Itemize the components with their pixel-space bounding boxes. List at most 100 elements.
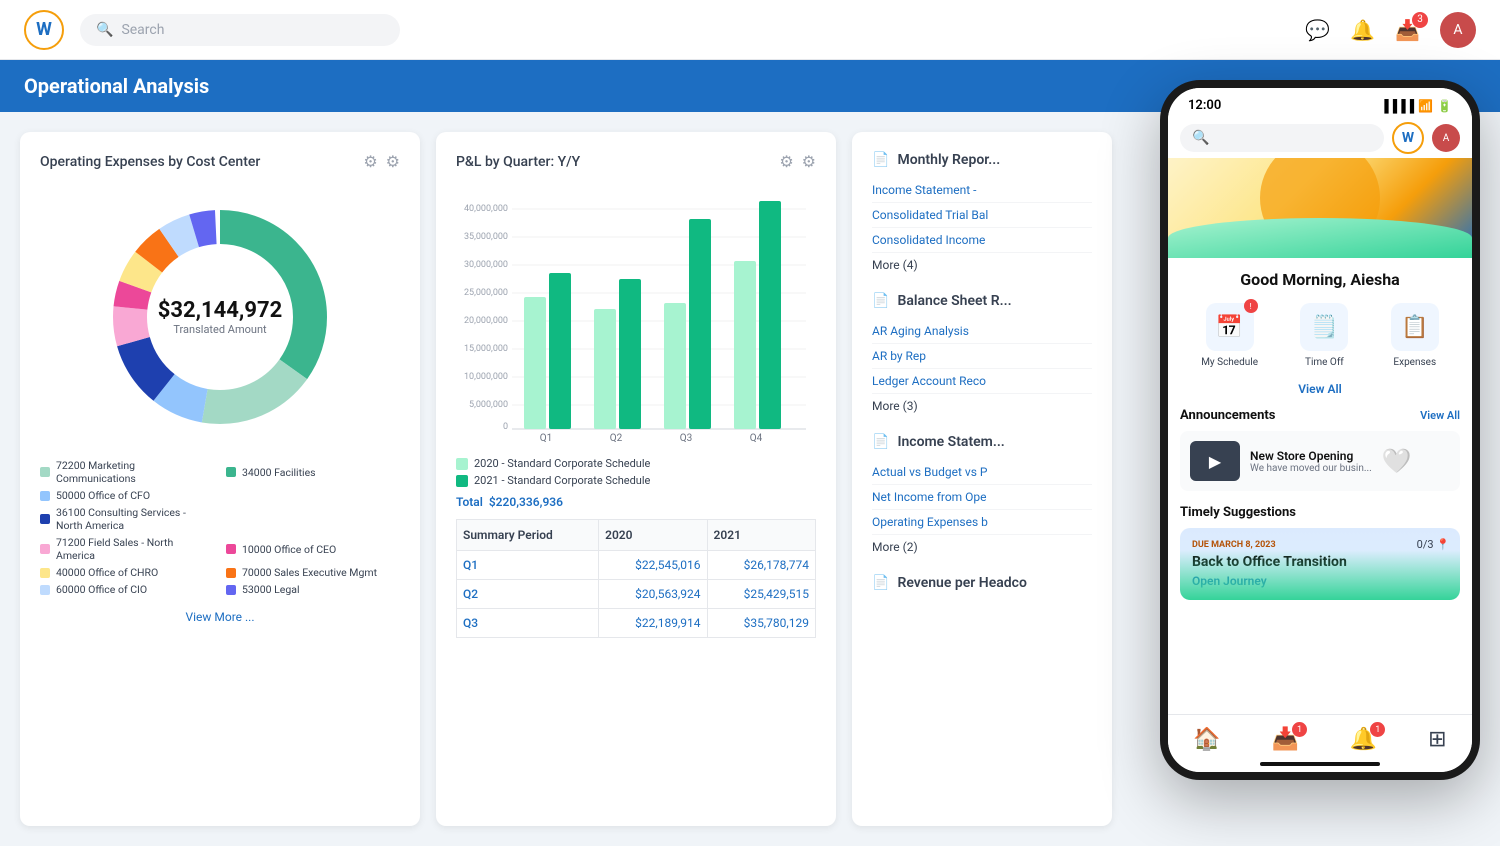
table-row: Q1 $22,545,016 $26,178,774 (457, 551, 816, 580)
donut-card-header: Operating Expenses by Cost Center ⚙ ⚙ (40, 152, 400, 171)
income-stmt-title: 📄 Income Statem... (872, 434, 1092, 450)
quick-actions-row: 📅! My Schedule 🗒️ Time Off 📋 Expenses (1180, 303, 1460, 368)
summary-table: Summary Period 2020 2021 Q1 $22,545,016 … (456, 519, 816, 638)
expenses-action[interactable]: 📋 Expenses (1391, 303, 1439, 368)
phone-search-bar[interactable]: 🔍 (1180, 124, 1384, 152)
legend-item: 40000 Office of CHRO (40, 566, 214, 579)
legend-item: 71200 Field Sales - North America (40, 536, 214, 562)
report-link-income-stmt[interactable]: Income Statement - (872, 178, 1092, 203)
announcements-view-all[interactable]: View All (1420, 409, 1460, 422)
bar-chart-area: 40,000,000 35,000,000 30,000,000 25,000,… (456, 187, 816, 447)
report-icon-rev: 📄 (872, 575, 889, 591)
col-2020: 2020 (599, 520, 707, 551)
announcements-header: Announcements View All (1180, 408, 1460, 423)
bar-chart-svg: 40,000,000 35,000,000 30,000,000 25,000,… (456, 187, 816, 447)
filter-icon-bar[interactable]: ⚙ (779, 152, 793, 171)
legend-item (226, 506, 400, 532)
report-link-ledger[interactable]: Ledger Account Reco (872, 369, 1092, 394)
revenue-section: 📄 Revenue per Headco (872, 575, 1092, 591)
announcement-card[interactable]: ▶ New Store Opening We have moved our bu… (1180, 431, 1460, 491)
svg-text:10,000,000: 10,000,000 (464, 372, 508, 382)
phone-user-avatar[interactable]: A (1432, 124, 1460, 152)
legend-item: 72200 Marketing Communications (40, 459, 214, 485)
svg-text:Q3: Q3 (680, 433, 693, 444)
phone-content: Good Morning, Aiesha 📅! My Schedule 🗒️ T… (1168, 258, 1472, 620)
bar-card-title: P&L by Quarter: Y/Y (456, 154, 580, 170)
global-search[interactable]: 🔍 Search (80, 14, 400, 46)
donut-legend: 72200 Marketing Communications 34000 Fac… (40, 459, 400, 596)
chat-icon[interactable]: 💬 (1305, 18, 1330, 42)
phone-bottom-nav: 🏠 📥 1 🔔 1 ⊞ (1168, 714, 1472, 772)
svg-text:5,000,000: 5,000,000 (469, 400, 508, 410)
legend-item: 10000 Office of CEO (226, 536, 400, 562)
view-more-link[interactable]: View More ... (40, 610, 400, 624)
phone-time: 12:00 (1188, 98, 1221, 113)
inbox-nav-badge: 1 (1292, 722, 1307, 737)
legend-2020: 2020 - Standard Corporate Schedule (456, 457, 816, 470)
mobile-phone-mockup: 12:00 ▐▐▐▐ 📶 🔋 🔍 W A Good Morning, Aiesh… (1160, 80, 1480, 780)
svg-text:Q2: Q2 (610, 433, 623, 444)
time-off-action[interactable]: 🗒️ Time Off (1300, 303, 1348, 368)
legend-item (226, 489, 400, 502)
battery-icon: 🔋 (1437, 99, 1452, 113)
legend-item: 34000 Facilities (226, 459, 400, 485)
report-more-1[interactable]: More (4) (872, 253, 1092, 277)
monthly-reports-title: 📄 Monthly Repor... (872, 152, 1092, 168)
signal-icon: ▐▐▐▐ (1380, 99, 1414, 113)
inbox-icon[interactable]: 📥 3 (1395, 18, 1420, 42)
settings-icon-bar[interactable]: ⚙ (802, 152, 816, 171)
timely-header: Timely Suggestions (1180, 505, 1460, 520)
home-indicator (1260, 762, 1380, 766)
phone-scroll-content: Good Morning, Aiesha 📅! My Schedule 🗒️ T… (1168, 258, 1472, 742)
view-all-button[interactable]: View All (1180, 382, 1460, 396)
reports-card: 📄 Monthly Repor... Income Statement - Co… (852, 132, 1112, 826)
balance-sheet-section: 📄 Balance Sheet R... AR Aging Analysis A… (872, 293, 1092, 418)
timely-suggestions-section: Timely Suggestions 0/3 📍 DUE MARCH 8, 20… (1180, 505, 1460, 600)
filter-icon[interactable]: ⚙ (363, 152, 377, 171)
legend-2021: 2021 - Standard Corporate Schedule (456, 474, 816, 487)
settings-icon[interactable]: ⚙ (386, 152, 400, 171)
status-icons: ▐▐▐▐ 📶 🔋 (1380, 99, 1452, 113)
inbox-nav-item[interactable]: 📥 1 (1272, 727, 1299, 752)
report-more-3[interactable]: More (2) (872, 535, 1092, 559)
report-link-ar-rep[interactable]: AR by Rep (872, 344, 1092, 369)
report-link-consol-income[interactable]: Consolidated Income (872, 228, 1092, 253)
inbox-badge: 3 (1412, 12, 1428, 28)
bell-icon[interactable]: 🔔 (1350, 18, 1375, 42)
report-icon: 📄 (872, 152, 889, 168)
announcements-title: Announcements (1180, 408, 1275, 423)
svg-text:Q1: Q1 (540, 433, 553, 444)
svg-text:0: 0 (503, 422, 508, 432)
donut-card-controls: ⚙ ⚙ (363, 152, 400, 171)
wifi-icon: 📶 (1418, 99, 1433, 113)
donut-chart-wrapper: $32,144,972 Translated Amount (40, 187, 400, 447)
bell-nav-item[interactable]: 🔔 1 (1350, 727, 1377, 752)
report-link-ar-aging[interactable]: AR Aging Analysis (872, 319, 1092, 344)
report-icon-bs: 📄 (872, 293, 889, 309)
expenses-icon: 📋 (1391, 303, 1439, 351)
report-link-trial-bal[interactable]: Consolidated Trial Bal (872, 203, 1092, 228)
report-link-actual[interactable]: Actual vs Budget vs P (872, 460, 1092, 485)
phone-status-bar: 12:00 ▐▐▐▐ 📶 🔋 (1168, 88, 1472, 118)
search-icon: 🔍 (96, 22, 113, 38)
phone-search-icon: 🔍 (1192, 130, 1209, 146)
grid-nav-item[interactable]: ⊞ (1428, 727, 1446, 752)
home-nav-item[interactable]: 🏠 (1193, 727, 1220, 752)
greeting-text: Good Morning, Aiesha (1180, 270, 1460, 289)
monthly-reports-section: 📄 Monthly Repor... Income Statement - Co… (872, 152, 1092, 277)
legend-item: 70000 Sales Executive Mgmt (226, 566, 400, 579)
bar-chart-card: P&L by Quarter: Y/Y ⚙ ⚙ 40,000,000 35,00… (436, 132, 836, 826)
user-avatar[interactable]: A (1440, 12, 1476, 48)
workday-logo[interactable]: W (24, 10, 64, 50)
legend-item: 36100 Consulting Services - North Americ… (40, 506, 214, 532)
svg-text:20,000,000: 20,000,000 (464, 316, 508, 326)
my-schedule-action[interactable]: 📅! My Schedule (1201, 303, 1258, 368)
donut-center-label: $32,144,972 Translated Amount (158, 298, 282, 336)
table-row: Q3 $22,189,914 $35,780,129 (457, 609, 816, 638)
report-more-2[interactable]: More (3) (872, 394, 1092, 418)
page-title: Operational Analysis (24, 74, 209, 98)
report-link-net-income[interactable]: Net Income from Ope (872, 485, 1092, 510)
top-navigation: W 🔍 Search 💬 🔔 📥 3 A (0, 0, 1500, 60)
report-link-op-expenses[interactable]: Operating Expenses b (872, 510, 1092, 535)
banner-wave (1168, 218, 1472, 258)
